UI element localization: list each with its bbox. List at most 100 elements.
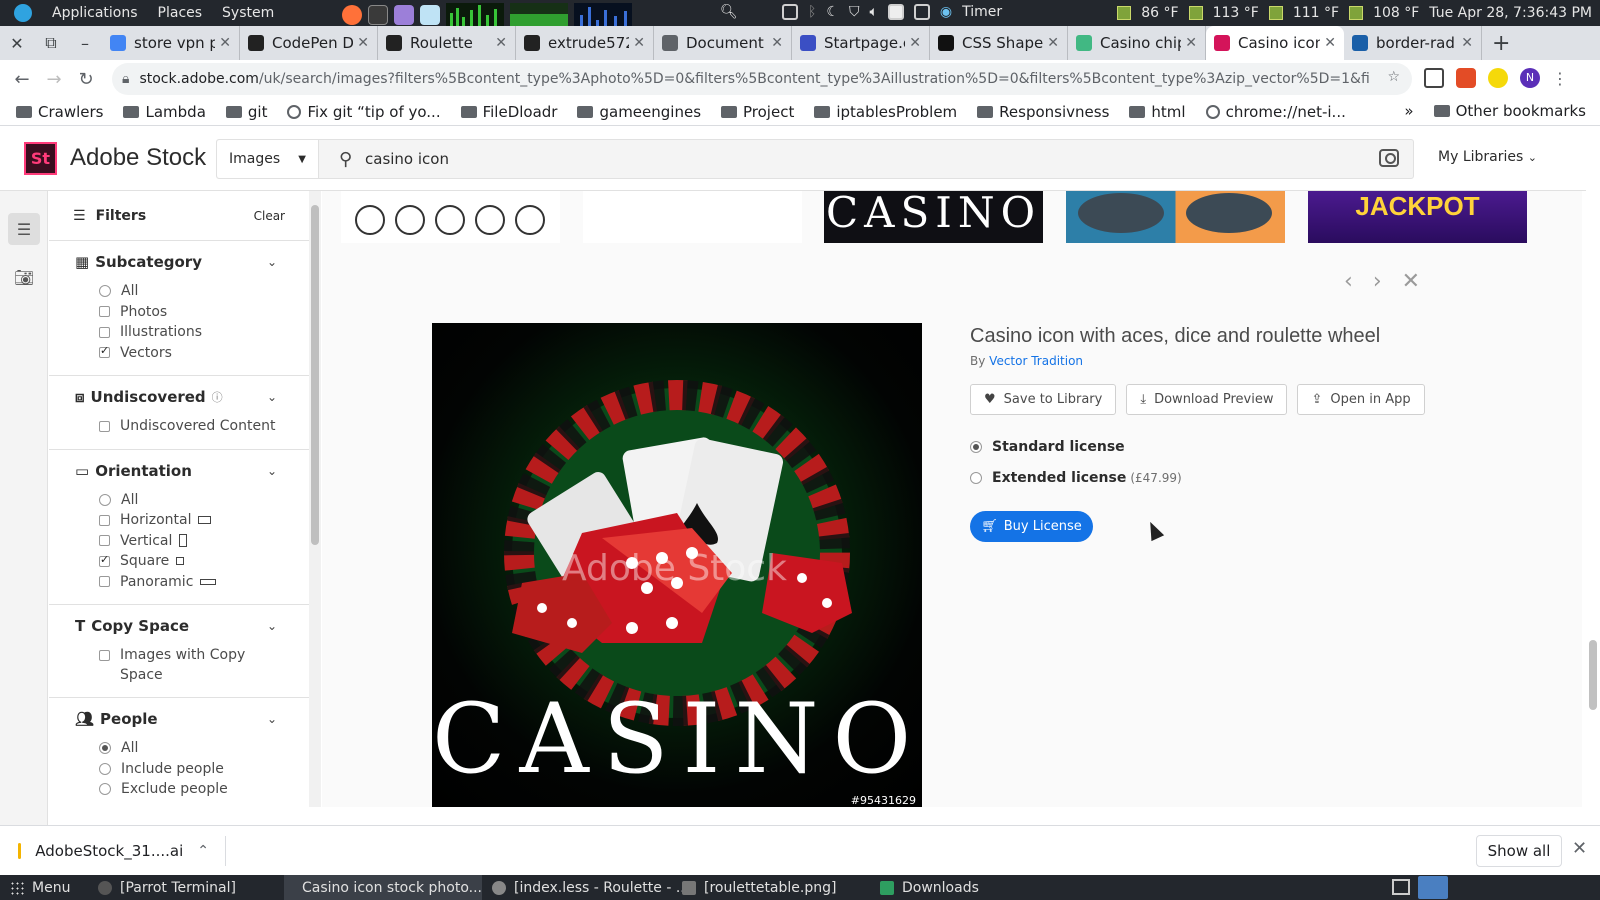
result-thumbnail[interactable]	[341, 191, 560, 243]
buy-license-button[interactable]: 🛒︎ Buy License	[970, 511, 1093, 542]
open-in-app-button[interactable]: ⇪ Open in App	[1297, 384, 1425, 415]
extension-icon[interactable]	[1488, 68, 1508, 88]
places-menu[interactable]: Places	[158, 5, 203, 21]
chevron-left-icon[interactable]: ‹	[1344, 269, 1353, 294]
chevron-up-icon[interactable]: ⌃	[197, 843, 209, 859]
close-icon[interactable]: ✕	[1572, 838, 1587, 859]
radio-button[interactable]	[970, 471, 982, 484]
chevron-down-icon[interactable]: ⌄	[267, 255, 277, 269]
checkbox[interactable]	[99, 535, 110, 547]
bookmark-item[interactable]: gameengines	[577, 103, 701, 121]
orientation-option-horizontal[interactable]: Horizontal	[75, 510, 285, 531]
checkbox[interactable]	[99, 576, 110, 588]
close-tab-icon[interactable]: ✕	[1047, 35, 1059, 51]
author-link[interactable]: Vector Tradition	[989, 354, 1083, 368]
result-thumbnail[interactable]: JACKPOT	[1308, 191, 1527, 243]
app-launcher-icon[interactable]	[394, 5, 414, 25]
close-tab-icon[interactable]: ✕	[909, 35, 921, 51]
taskbar-item[interactable]: Downloads	[870, 875, 989, 900]
section-title[interactable]: Orientation	[95, 462, 192, 480]
volume-icon[interactable]: 🔈︎	[869, 4, 877, 20]
bookmark-item[interactable]: Fix git “tip of yo...	[287, 103, 441, 121]
adobe-stock-logo[interactable]: St	[24, 142, 57, 175]
chevron-right-icon[interactable]: ›	[1373, 269, 1382, 294]
result-thumbnail[interactable]	[583, 191, 802, 243]
checkbox[interactable]	[99, 650, 110, 661]
chevron-down-icon[interactable]: ⌄	[267, 712, 277, 726]
download-preview-button[interactable]: ⤓ Download Preview	[1126, 384, 1288, 415]
kebab-menu-icon[interactable]: ⋮	[1552, 69, 1568, 88]
browser-tab[interactable]: extrude572 ✕	[516, 26, 654, 60]
night-light-icon[interactable]: ☾	[826, 4, 839, 20]
copy-space-option[interactable]: Images with Copy Space	[75, 645, 285, 685]
filters-scrollbar[interactable]	[309, 191, 321, 807]
chrome-tray-icon[interactable]	[1418, 876, 1448, 899]
clipboard-icon[interactable]	[887, 4, 904, 20]
close-tab-icon[interactable]: ✕	[1185, 35, 1197, 51]
people-option-all[interactable]: All	[75, 738, 285, 759]
radio-button[interactable]	[99, 762, 111, 775]
scrollbar-thumb[interactable]	[311, 205, 319, 545]
checkbox[interactable]	[99, 553, 110, 567]
clear-filters-link[interactable]: Clear	[254, 209, 285, 223]
extended-license-option[interactable]: Extended license (£47.99)	[970, 462, 1530, 493]
bookmark-item[interactable]: Lambda	[123, 103, 206, 121]
subcategory-option-photos[interactable]: Photos	[75, 302, 285, 323]
profile-avatar[interactable]: N	[1520, 68, 1540, 88]
info-icon[interactable]: ⓘ	[212, 389, 223, 405]
close-window-icon[interactable]: ✕	[0, 34, 34, 53]
result-thumbnail[interactable]	[1066, 191, 1285, 243]
start-menu[interactable]: Menu	[0, 875, 80, 900]
cast-icon[interactable]	[1424, 68, 1444, 88]
close-tab-icon[interactable]: ✕	[495, 35, 507, 51]
chevron-down-icon[interactable]: ⌄	[267, 464, 277, 478]
bookmark-item[interactable]: Project	[721, 103, 794, 121]
back-arrow-icon[interactable]: ←	[6, 69, 38, 90]
bookmark-item[interactable]: chrome://net-i...	[1205, 103, 1346, 121]
orientation-option-all[interactable]: All	[75, 490, 285, 511]
taskbar-item[interactable]: [index.less - Roulette - ...	[482, 875, 699, 900]
browser-tab[interactable]: Startpage.c ✕	[792, 26, 930, 60]
checkbox[interactable]	[99, 326, 110, 338]
minimize-window-icon[interactable]: –	[68, 34, 102, 53]
timer-icon[interactable]: ◉	[940, 4, 952, 20]
brand-name[interactable]: Adobe Stock	[70, 144, 206, 172]
save-to-library-button[interactable]: ♥ Save to Library	[970, 384, 1117, 415]
bookmark-item[interactable]: git	[225, 103, 267, 121]
bookmark-item[interactable]: html	[1129, 103, 1186, 121]
browser-tab[interactable]: CSS Shape ✕	[930, 26, 1068, 60]
people-option-include[interactable]: Include people	[75, 759, 285, 780]
bookmark-item[interactable]: Responsivness	[977, 103, 1109, 121]
extension-icon[interactable]	[1456, 68, 1476, 88]
checkbox[interactable]	[99, 344, 110, 359]
search-icon[interactable]: 🔍︎	[720, 4, 738, 20]
orientation-option-vertical[interactable]: Vertical	[75, 531, 285, 552]
camera-icon[interactable]: 📷︎	[8, 261, 40, 293]
radio-button[interactable]	[99, 783, 111, 796]
scrollbar-thumb[interactable]	[1589, 640, 1597, 710]
lock-icon[interactable]: 🔒︎	[122, 71, 129, 87]
my-libraries-menu[interactable]: My Libraries ⌄	[1438, 149, 1537, 165]
close-tab-icon[interactable]: ✕	[771, 35, 783, 51]
close-tab-icon[interactable]: ✕	[219, 35, 231, 51]
standard-license-option[interactable]: Standard license	[970, 431, 1530, 462]
close-tab-icon[interactable]: ✕	[357, 35, 369, 51]
orientation-option-panoramic[interactable]: Panoramic	[75, 572, 285, 593]
bookmark-star-icon[interactable]: ☆	[1387, 69, 1400, 85]
section-title[interactable]: Copy Space	[91, 617, 189, 635]
camera-search-icon[interactable]	[1379, 149, 1399, 167]
radio-button[interactable]	[970, 440, 982, 453]
firefox-launcher-icon[interactable]	[342, 5, 362, 25]
close-tab-icon[interactable]: ✕	[633, 35, 645, 51]
other-bookmarks[interactable]: Other bookmarks	[1433, 102, 1586, 120]
shield-icon[interactable]: ⛉	[849, 4, 860, 20]
taskbar-item[interactable]: [roulettetable.png]	[672, 875, 846, 900]
section-title[interactable]: People	[100, 710, 158, 728]
bookmark-item[interactable]: Crawlers	[16, 103, 103, 121]
checkbox[interactable]	[99, 306, 110, 318]
browser-tab[interactable]: store vpn p ✕	[102, 26, 240, 60]
bookmark-item[interactable]: iptablesProblem	[814, 103, 957, 121]
keyboard-icon[interactable]	[1392, 879, 1410, 895]
chevron-down-icon[interactable]: ⌄	[267, 390, 277, 404]
address-bar[interactable]: 🔒︎ stock.adobe.com/uk/search/images?filt…	[112, 63, 1412, 95]
